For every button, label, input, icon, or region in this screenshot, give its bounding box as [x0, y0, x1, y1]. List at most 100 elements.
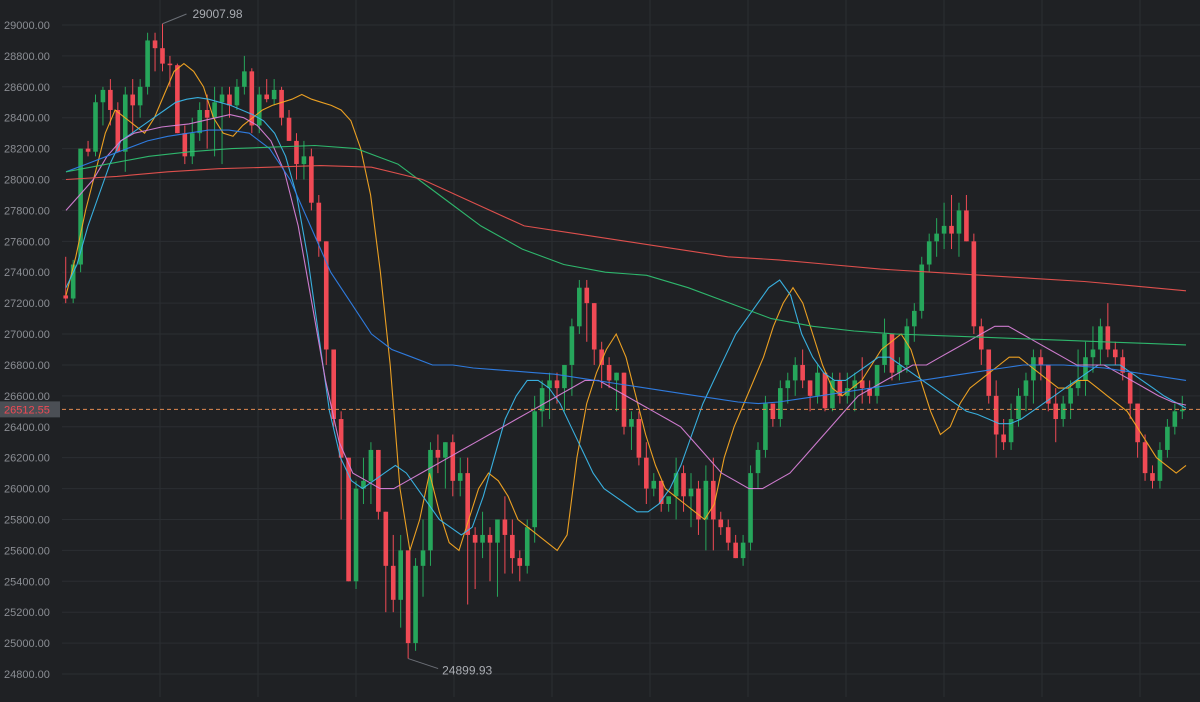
candle-down: [167, 63, 173, 66]
candle-down: [822, 372, 828, 409]
candle-down: [606, 364, 612, 381]
candle-up: [1098, 326, 1103, 350]
candle-down: [800, 364, 805, 381]
candle-down: [175, 65, 180, 134]
candle-down: [1045, 364, 1051, 404]
candle-up: [1083, 357, 1088, 381]
candle-down: [1053, 403, 1059, 420]
candle-up: [569, 326, 575, 365]
y-tick-label: 28600.00: [4, 82, 50, 94]
candle-down: [487, 534, 493, 543]
candle-down: [85, 148, 91, 152]
candle-down: [502, 519, 508, 535]
candle-up: [219, 94, 225, 103]
candle-down: [636, 419, 642, 458]
high-annotation-label: 29007.98: [192, 7, 242, 21]
y-tick-label: 26400.00: [4, 422, 50, 434]
y-tick-label: 28000.00: [4, 175, 50, 187]
candle-down: [1150, 473, 1155, 481]
y-tick-label: 28200.00: [4, 144, 50, 156]
last-price-label: 26512.55: [4, 404, 50, 416]
candle-up: [524, 527, 530, 566]
candle-up: [956, 210, 962, 234]
candle-up: [368, 449, 374, 481]
candle-up: [428, 449, 433, 551]
candle-down: [108, 89, 113, 110]
candle-down: [1038, 357, 1044, 365]
candle-up: [145, 40, 150, 87]
candle-up: [1060, 403, 1066, 420]
candle-down: [584, 287, 590, 304]
candle-down: [390, 565, 396, 600]
y-tick-label: 27200.00: [4, 298, 50, 310]
y-tick-label: 28800.00: [4, 51, 50, 63]
candle-down: [718, 519, 724, 528]
candle-down: [1105, 326, 1111, 350]
candle-up: [911, 310, 917, 327]
candle-up: [778, 388, 783, 420]
candle-down: [1127, 372, 1133, 404]
candle-up: [1068, 388, 1073, 404]
candle-down: [316, 202, 322, 242]
candle-down: [517, 558, 523, 566]
candle-down: [681, 473, 686, 497]
low-annotation-label: 24899.93: [442, 664, 492, 678]
y-tick-label: 25200.00: [4, 607, 50, 619]
candle-down: [621, 372, 627, 427]
candle-up: [1023, 380, 1029, 396]
candle-up: [137, 86, 143, 106]
candle-down: [309, 156, 314, 203]
candle-up: [926, 241, 932, 265]
candle-down: [376, 449, 381, 512]
y-tick-label: 27800.00: [4, 205, 50, 217]
candle-up: [755, 449, 761, 474]
candle-down: [264, 94, 270, 100]
candle-up: [539, 388, 545, 412]
candle-up: [577, 287, 582, 327]
candle-down: [465, 473, 470, 535]
candle-up: [666, 496, 671, 505]
candle-down: [964, 210, 969, 242]
candle-down: [807, 380, 813, 396]
candle-down: [204, 109, 210, 118]
candle-up: [1172, 411, 1178, 427]
candle-up: [688, 488, 694, 497]
y-tick-label: 25600.00: [4, 545, 50, 557]
candle-down: [435, 449, 441, 458]
candle-up: [189, 133, 195, 157]
candlestick-chart: 29000.00 28800.00 28600.00 28400.00 28200.00…: [0, 0, 1200, 697]
candle-up: [1090, 349, 1096, 358]
candle-up: [1157, 449, 1163, 481]
candle-down: [644, 457, 649, 489]
candle-up: [740, 542, 746, 559]
candle-up: [457, 473, 463, 481]
candle-up: [242, 71, 247, 87]
candle-up: [413, 565, 418, 644]
y-tick-label: 27600.00: [4, 236, 50, 248]
candle-up: [941, 225, 947, 234]
candle-down: [63, 295, 69, 299]
y-tick-label: 28400.00: [4, 113, 50, 125]
y-tick-label: 27400.00: [4, 267, 50, 279]
candle-up: [629, 419, 634, 427]
candle-up: [234, 86, 240, 106]
candle-down: [1112, 349, 1118, 358]
candle-down: [383, 511, 389, 566]
y-tick-label: 27000.00: [4, 329, 50, 341]
candle-up: [934, 233, 939, 242]
candle-up: [748, 473, 753, 543]
candle-up: [785, 380, 791, 389]
candle-down: [160, 48, 165, 64]
candle-up: [763, 403, 768, 450]
candle-up: [1165, 426, 1170, 450]
candle-down: [130, 94, 136, 106]
y-tick-label: 24800.00: [4, 669, 50, 681]
candle-down: [770, 403, 776, 420]
candle-up: [353, 488, 359, 582]
candle-up: [882, 334, 887, 365]
candle-up: [100, 89, 106, 103]
candle-up: [651, 480, 657, 489]
y-tick-label: 26800.00: [4, 360, 50, 372]
candle-up: [443, 442, 448, 458]
candle-up: [301, 156, 307, 165]
